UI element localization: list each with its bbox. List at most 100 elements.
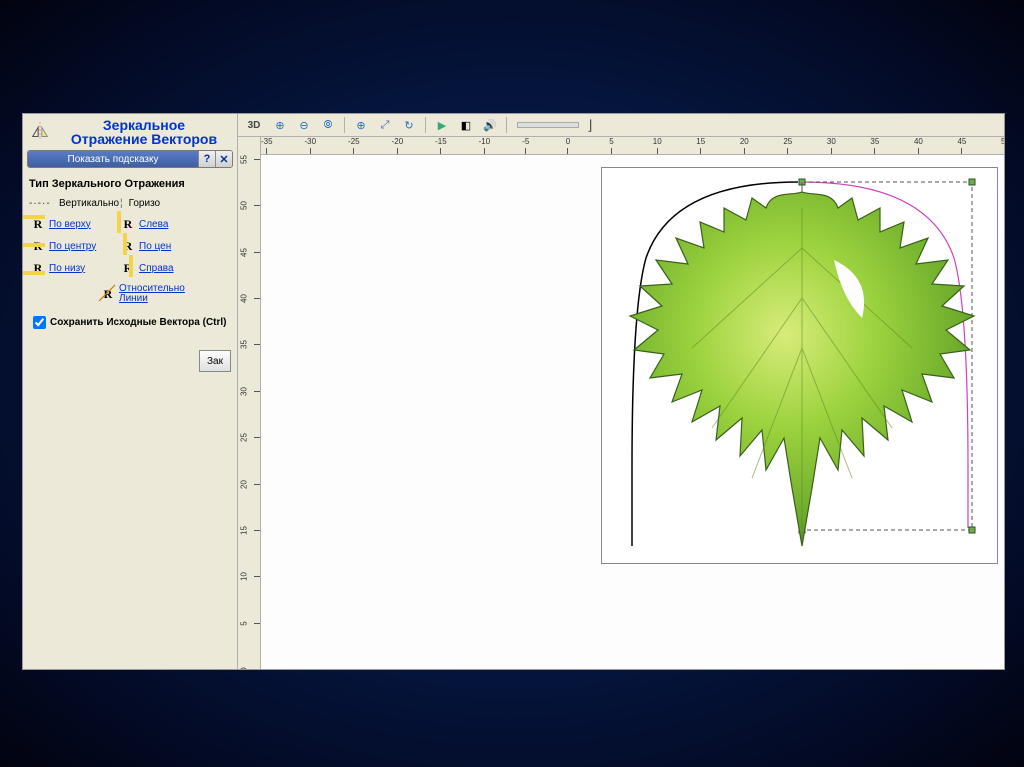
section-title: Тип Зеркального Отражения bbox=[29, 178, 231, 190]
ruler-tick-label: 25 bbox=[240, 430, 249, 446]
mirror-option-row: RПо центруRПо цен bbox=[29, 235, 231, 257]
ruler-tick: 50 bbox=[1001, 137, 1004, 154]
ruler-tick: -25 bbox=[348, 137, 360, 154]
ruler-tick-label: 35 bbox=[240, 337, 249, 353]
ruler-tick-label: 10 bbox=[240, 569, 249, 585]
ruler-tick-label: 0 bbox=[240, 662, 249, 670]
mirror-horiz-link[interactable]: По цен bbox=[139, 241, 171, 252]
mirror-horiz-icon: R bbox=[119, 259, 137, 277]
toolbar-divider bbox=[506, 117, 507, 133]
help-button[interactable]: ? bbox=[198, 151, 215, 167]
ruler-tick: 15 bbox=[696, 137, 705, 154]
ruler-tick: 15 bbox=[238, 526, 260, 535]
mirror-horiz-icon: R bbox=[119, 215, 137, 233]
ruler-tick: -30 bbox=[305, 137, 317, 154]
column-headers: -·-·- Вертикально ¦ Горизо bbox=[29, 198, 231, 209]
mirror-option-row: RПо верхуRСлева bbox=[29, 213, 231, 235]
mirror-option-row: RПо низуRСправа bbox=[29, 257, 231, 279]
ruler-horizontal: -35 -30 -25 -20 -15 -10 -5 0 5 10 15 20 25 30 35 40 45 50 bbox=[261, 137, 1004, 155]
ruler-tick-label: -35 bbox=[261, 137, 273, 146]
mirror-vert-link[interactable]: По центру bbox=[49, 241, 96, 252]
marker-button[interactable]: ◧ bbox=[456, 115, 476, 135]
col-vertical-label: Вертикально bbox=[59, 198, 114, 209]
ruler-tick: 25 bbox=[783, 137, 792, 154]
zoom-refresh-button[interactable]: ↻ bbox=[399, 115, 419, 135]
ruler-tick-label: 50 bbox=[240, 198, 249, 214]
axis-sep-icon: ¦ bbox=[120, 198, 123, 209]
toolbar: 3D ⊕ ⊖ ⦾ ⊕ ⤢ ↻ ▶ ◧ 🔊 ⌋ bbox=[238, 114, 1004, 137]
side-header: Зеркальное Отражение Векторов bbox=[23, 114, 237, 146]
toolbar-divider bbox=[344, 117, 345, 133]
ruler-tick-label: 15 bbox=[696, 137, 705, 146]
ruler-tick-label: -20 bbox=[392, 137, 404, 146]
ruler-tick: 0 bbox=[566, 137, 570, 154]
ruler-tick: 35 bbox=[870, 137, 879, 154]
axis-decoration: -·-·- bbox=[29, 198, 59, 209]
keep-vectors-row: Сохранить Исходные Вектора (Ctrl) bbox=[29, 313, 231, 332]
ruler-tick-label: 15 bbox=[240, 522, 249, 538]
zoom-in-button[interactable]: ⊕ bbox=[270, 115, 290, 135]
mirror-vert-icon: R bbox=[29, 215, 47, 233]
view-3d-button[interactable]: 3D bbox=[242, 115, 266, 135]
ruler-tick: 55 bbox=[238, 155, 260, 164]
opacity-slider[interactable] bbox=[517, 122, 579, 128]
ruler-tick-label: 0 bbox=[566, 137, 570, 146]
ruler-tick-label: -5 bbox=[522, 137, 529, 146]
ruler-tick-label: 5 bbox=[609, 137, 613, 146]
ruler-tick: 0 bbox=[238, 665, 260, 669]
side-panel: Зеркальное Отражение Векторов Показать п… bbox=[23, 114, 238, 669]
ruler-tick: -10 bbox=[479, 137, 491, 154]
mirror-options: RПо верхуRСлеваRПо центруRПо ценRПо низу… bbox=[29, 213, 231, 279]
mirror-horiz-link[interactable]: Справа bbox=[139, 263, 174, 274]
canvas-row: 5550454035302520151050 bbox=[238, 155, 1004, 669]
audio-button[interactable]: 🔊 bbox=[480, 115, 500, 135]
selection-handle[interactable] bbox=[969, 527, 975, 533]
zoom-extents-button[interactable]: ⤢ bbox=[375, 115, 395, 135]
relative-line-link-bot[interactable]: Линии bbox=[119, 294, 185, 304]
selection-handle[interactable] bbox=[969, 179, 975, 185]
show-tooltip-button[interactable]: Показать подсказку bbox=[28, 151, 198, 167]
col-horizontal-label: Горизо bbox=[129, 198, 161, 209]
ruler-tick-label: 45 bbox=[240, 244, 249, 260]
ruler-tick-label: -10 bbox=[479, 137, 491, 146]
ruler-tick: 45 bbox=[957, 137, 966, 154]
slider-end-icon: ⌋ bbox=[587, 117, 592, 134]
ruler-tick: -20 bbox=[392, 137, 404, 154]
zoom-fit-button[interactable]: ⦾ bbox=[318, 115, 338, 135]
mirror-vert-link[interactable]: По низу bbox=[49, 263, 85, 274]
panel-title-line2: Отражение Векторов bbox=[27, 132, 233, 146]
ruler-tick-label: 30 bbox=[240, 383, 249, 399]
mirror-horiz-icon: R bbox=[119, 237, 137, 255]
ruler-tick: 50 bbox=[238, 201, 260, 210]
ruler-tick: 30 bbox=[238, 387, 260, 396]
ruler-tick: 10 bbox=[238, 572, 260, 581]
mirror-vert-icon: R bbox=[29, 259, 47, 277]
ruler-tick-label: 45 bbox=[957, 137, 966, 146]
ruler-tick: 30 bbox=[827, 137, 836, 154]
ruler-tick: 35 bbox=[238, 340, 260, 349]
ruler-tick: 5 bbox=[238, 619, 260, 628]
canvas[interactable] bbox=[261, 155, 1004, 669]
ruler-tick-label: 10 bbox=[653, 137, 662, 146]
toolbar-divider bbox=[425, 117, 426, 133]
mirror-horiz-link[interactable]: Слева bbox=[139, 219, 168, 230]
ruler-tick: 40 bbox=[914, 137, 923, 154]
close-panel-button[interactable]: ✕ bbox=[215, 151, 232, 167]
workpiece-svg bbox=[602, 168, 997, 563]
ruler-tick-label: -30 bbox=[305, 137, 317, 146]
keep-vectors-checkbox[interactable] bbox=[33, 316, 46, 329]
ruler-tick-label: 55 bbox=[240, 155, 249, 168]
mirror-vert-link[interactable]: По верху bbox=[49, 219, 91, 230]
ruler-tick: 20 bbox=[740, 137, 749, 154]
workpiece-frame bbox=[601, 167, 998, 564]
play-button[interactable]: ▶ bbox=[432, 115, 452, 135]
ruler-tick-label: -15 bbox=[435, 137, 447, 146]
mirror-tool-icon bbox=[29, 120, 51, 142]
zoom-window-button[interactable]: ⊕ bbox=[351, 115, 371, 135]
ruler-tick-label: 30 bbox=[827, 137, 836, 146]
close-button[interactable]: Зак bbox=[199, 350, 231, 372]
ruler-corner bbox=[238, 137, 261, 156]
mirror-vert-icon: R bbox=[29, 237, 47, 255]
ruler-tick-label: 35 bbox=[870, 137, 879, 146]
zoom-out-button[interactable]: ⊖ bbox=[294, 115, 314, 135]
